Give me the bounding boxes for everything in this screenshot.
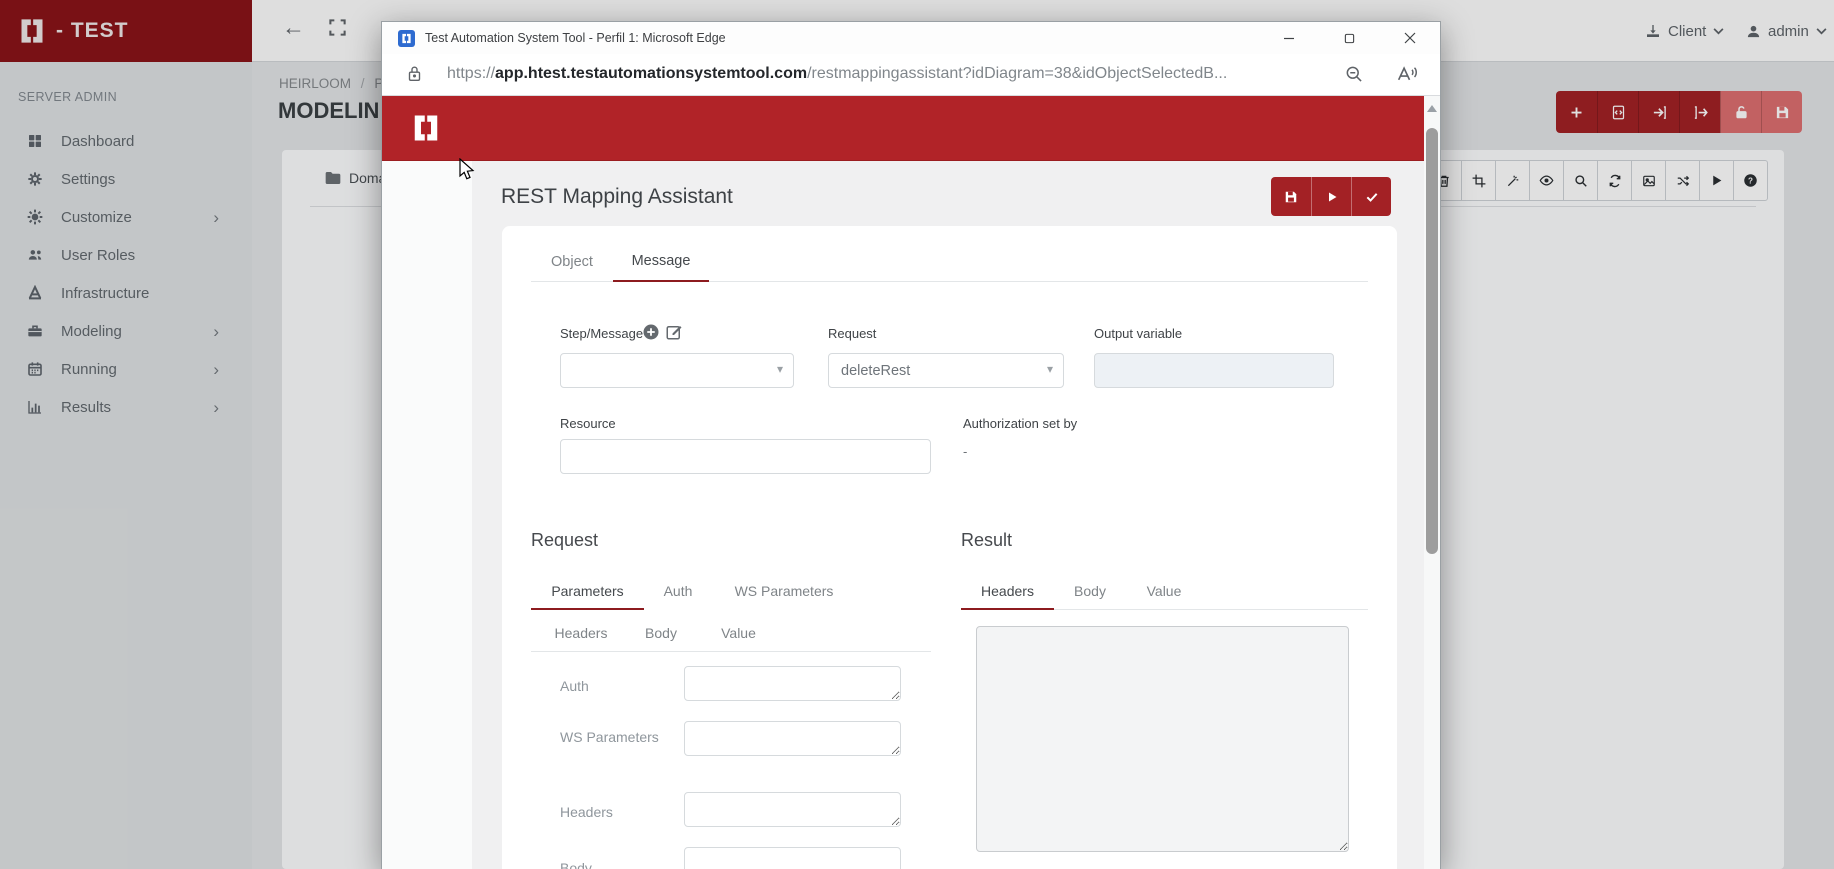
request-select[interactable]: deleteRest ▾	[828, 353, 1064, 388]
assistant-body: REST Mapping Assistant Object Message St…	[382, 161, 1424, 869]
headers-field-label: Headers	[560, 801, 613, 823]
authorization-set-by-label: Authorization set by	[963, 416, 1077, 431]
tab-result-headers[interactable]: Headers	[961, 576, 1054, 610]
request-section-title: Request	[531, 530, 598, 551]
read-aloud-icon[interactable]	[1396, 64, 1418, 84]
output-variable-input[interactable]	[1094, 353, 1334, 388]
maximize-button[interactable]	[1326, 22, 1372, 54]
left-margin-strip	[382, 161, 472, 869]
authorization-set-by-value: -	[963, 444, 967, 459]
confirm-button[interactable]	[1351, 177, 1391, 216]
assistant-title: REST Mapping Assistant	[501, 185, 733, 209]
caret-down-icon: ▾	[1047, 362, 1053, 376]
headers-field-input[interactable]	[684, 792, 901, 827]
tab-result-body[interactable]: Body	[1061, 576, 1119, 610]
lock-icon[interactable]	[407, 65, 422, 83]
popup-scrollbar[interactable]	[1424, 96, 1440, 869]
tab-value[interactable]: Value	[711, 618, 766, 652]
ws-parameters-field-input[interactable]	[684, 721, 901, 756]
request-value: deleteRest	[841, 363, 910, 379]
screen: - TEST SERVER ADMIN Dashboard Settings C…	[0, 0, 1834, 869]
assistant-card: Object Message Step/Message ▾ Request	[502, 226, 1397, 869]
step-message-label: Step/Message	[560, 326, 643, 341]
tab-parameters[interactable]: Parameters	[531, 576, 644, 610]
brand-bracket-logo-icon	[411, 113, 441, 143]
tab-message[interactable]: Message	[613, 242, 709, 282]
zoom-out-icon[interactable]	[1344, 64, 1364, 84]
resource-label: Resource	[560, 416, 616, 431]
result-section-title: Result	[961, 530, 1012, 551]
site-favicon-icon	[398, 30, 415, 47]
assistant-header-band	[382, 96, 1424, 161]
add-step-button[interactable]	[642, 323, 660, 341]
save-button[interactable]	[1271, 177, 1311, 216]
ws-parameters-field-label: WS Parameters	[560, 726, 670, 748]
body-field-input[interactable]	[684, 847, 901, 869]
output-variable-label: Output variable	[1094, 326, 1182, 341]
caret-down-icon: ▾	[777, 362, 783, 376]
tab-object[interactable]: Object	[535, 242, 609, 282]
tab-body[interactable]: Body	[636, 618, 686, 652]
url-text[interactable]: https://app.htest.testautomationsystemto…	[447, 65, 1317, 83]
url-protocol: https://	[447, 65, 495, 82]
edit-step-button[interactable]	[665, 323, 683, 341]
run-button[interactable]	[1311, 177, 1351, 216]
save-icon	[1284, 190, 1298, 204]
close-button[interactable]	[1387, 22, 1433, 54]
minimize-button[interactable]	[1266, 22, 1312, 54]
play-icon	[1326, 191, 1338, 203]
mouse-cursor	[459, 158, 476, 187]
assistant-header-buttons	[1271, 177, 1391, 216]
edge-popup-window: Test Automation System Tool - Perfil 1: …	[381, 21, 1441, 869]
request-sub-tabs: Headers Body Value	[531, 618, 931, 652]
tab-headers[interactable]: Headers	[546, 618, 616, 652]
step-message-select[interactable]: ▾	[560, 353, 794, 388]
tab-result-value[interactable]: Value	[1133, 576, 1195, 610]
tab-ws-parameters[interactable]: WS Parameters	[721, 576, 847, 610]
body-field-label: Body	[560, 857, 592, 869]
tab-auth[interactable]: Auth	[651, 576, 705, 610]
address-bar[interactable]: https://app.htest.testautomationsystemto…	[382, 54, 1440, 96]
window-title: Test Automation System Tool - Perfil 1: …	[425, 31, 726, 45]
assistant-tabs: Object Message	[531, 242, 1368, 282]
scrollbar-thumb[interactable]	[1426, 128, 1438, 554]
result-output-area[interactable]	[976, 626, 1349, 852]
url-domain: app.htest.testautomationsystemtool.com	[495, 65, 807, 82]
request-label: Request	[828, 326, 876, 341]
check-icon	[1365, 190, 1379, 204]
resource-input[interactable]	[560, 439, 931, 474]
url-path: /restmappingassistant?idDiagram=38&idObj…	[807, 65, 1227, 82]
result-tabs: Headers Body Value	[961, 576, 1368, 610]
auth-field-label: Auth	[560, 675, 589, 697]
auth-field-input[interactable]	[684, 666, 901, 701]
request-mode-tabs: Parameters Auth WS Parameters	[531, 576, 931, 610]
scroll-up-arrow-icon[interactable]	[1427, 105, 1437, 112]
window-title-bar[interactable]: Test Automation System Tool - Perfil 1: …	[382, 22, 1440, 54]
